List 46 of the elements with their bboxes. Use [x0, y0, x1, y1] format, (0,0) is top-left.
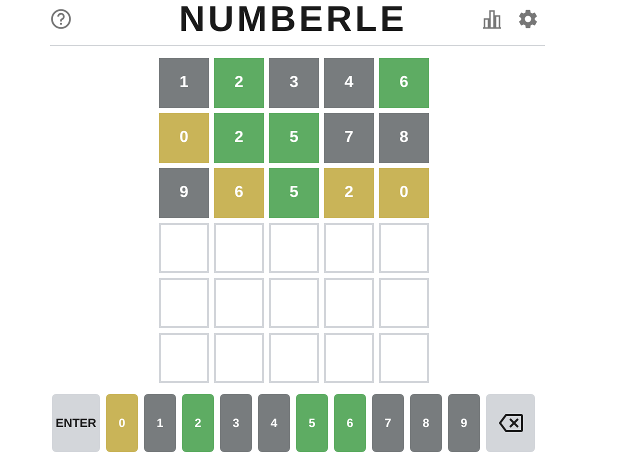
empty-tile	[269, 223, 319, 273]
empty-tile	[269, 333, 319, 383]
digit-tile: 1	[159, 58, 209, 108]
empty-tile	[379, 223, 429, 273]
empty-tile	[269, 278, 319, 328]
empty-tile	[214, 223, 264, 273]
digit-tile: 8	[379, 113, 429, 163]
digit-key[interactable]: 4	[258, 394, 290, 452]
empty-tile	[159, 278, 209, 328]
empty-tile	[159, 333, 209, 383]
digit-tile: 0	[379, 168, 429, 218]
digit-tile: 5	[269, 168, 319, 218]
digit-key[interactable]: 1	[144, 394, 176, 452]
digit-tile: 4	[324, 58, 374, 108]
empty-tile	[214, 333, 264, 383]
digit-key[interactable]: 6	[334, 394, 366, 452]
empty-tile	[379, 333, 429, 383]
digit-key[interactable]: 3	[220, 394, 252, 452]
game-title: NUMBERLE	[179, 0, 407, 40]
digit-tile: 6	[379, 58, 429, 108]
empty-tile	[214, 278, 264, 328]
enter-key[interactable]: ENTER	[52, 394, 100, 452]
digit-tile: 2	[214, 58, 264, 108]
digit-tile: 6	[214, 168, 264, 218]
empty-tile	[324, 333, 374, 383]
empty-tile	[379, 278, 429, 328]
settings-icon[interactable]	[517, 8, 539, 30]
backspace-key[interactable]	[486, 394, 535, 452]
digit-tile: 7	[324, 113, 374, 163]
backspace-icon	[498, 414, 522, 432]
digit-tile: 2	[324, 168, 374, 218]
digit-key[interactable]: 2	[182, 394, 214, 452]
empty-tile	[159, 223, 209, 273]
digit-tile: 9	[159, 168, 209, 218]
digit-tile: 2	[214, 113, 264, 163]
digit-tile: 0	[159, 113, 209, 163]
empty-tile	[324, 223, 374, 273]
digit-key[interactable]: 7	[372, 394, 404, 452]
digit-key[interactable]: 9	[448, 394, 480, 452]
digit-tile: 3	[269, 58, 319, 108]
digit-tile: 5	[269, 113, 319, 163]
digit-key[interactable]: 8	[410, 394, 442, 452]
help-icon[interactable]	[50, 8, 72, 30]
stats-icon[interactable]	[481, 8, 503, 30]
digit-key[interactable]: 5	[296, 394, 328, 452]
empty-tile	[324, 278, 374, 328]
